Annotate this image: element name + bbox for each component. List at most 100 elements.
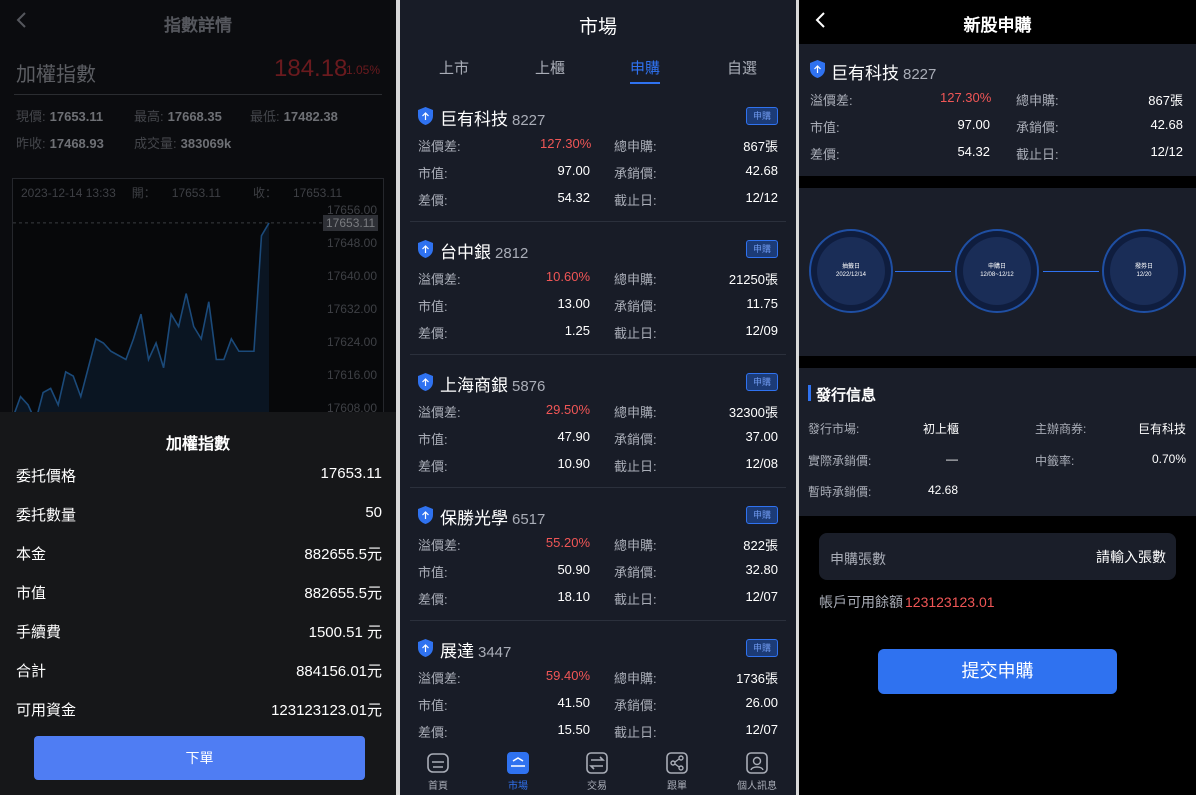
timeline-section: 抽籤日 2022/12/14 申購日 12/08~12/12 撥券日 12/20: [799, 188, 1196, 356]
nav-trade[interactable]: 交易: [567, 751, 627, 792]
card-divider: [410, 354, 786, 355]
shield-icon: [418, 506, 433, 524]
nav-profile[interactable]: 個人訊息: [727, 751, 787, 792]
apply-tag-button[interactable]: 申購: [746, 107, 778, 125]
index-change-pct: 1.05%: [346, 63, 381, 77]
index-name: 加權指數: [16, 64, 96, 86]
ipo-subscribe-screen: 新股申購 巨有科技 8227 溢價差: 127.30% 總申購: 867張 市值: 97.…: [799, 0, 1196, 795]
submit-subscribe-button[interactable]: 提交申購: [878, 649, 1117, 694]
sheet-row-available: 可用資金 123123123.01元: [16, 702, 382, 719]
stock-title: 保勝光學 6517: [440, 509, 546, 528]
issue-actual-value: —: [946, 452, 958, 466]
tab-otc[interactable]: 上櫃: [520, 57, 580, 78]
card-divider: [410, 487, 786, 488]
tab-watchlist[interactable]: 自選: [712, 57, 772, 78]
stock-title: 巨有科技 8227: [440, 110, 546, 129]
card-row: 差價: 15.50 截止日: 12/07: [418, 722, 778, 740]
apply-tag-button[interactable]: 申購: [746, 506, 778, 524]
y-tick: 17632.00: [326, 302, 377, 316]
stock-title: 上海商銀 5876: [440, 376, 546, 395]
stat-volume: 成交量: 383069k: [134, 136, 232, 151]
timeline-step-lottery: 抽籤日 2022/12/14: [809, 229, 893, 313]
shield-icon: [810, 60, 825, 78]
index-detail-screen: 指數詳情 加權指數 184.18 1.05% 現價: 17653.11 最高: 17…: [0, 0, 396, 795]
quantity-input[interactable]: [986, 542, 1166, 572]
summary-row: 市值: 97.00 承銷價: 42.68: [810, 117, 1183, 135]
stock-title: 展達 3447: [440, 642, 512, 661]
home-icon: [427, 753, 449, 773]
y-tick: 17616.00: [326, 368, 377, 382]
card-row: 差價: 1.25 截止日: 12/09: [418, 323, 778, 341]
issue-broker-value: 巨有科技: [1137, 422, 1186, 436]
sheet-title: 加權指數: [165, 436, 230, 453]
ipo-card[interactable]: 展達 3447 申購 溢價差: 59.40% 總申購: 1736張 市值: 41.50 承銷價: 2…: [410, 635, 786, 755]
nav-label: 市場: [508, 781, 528, 792]
header: 指數詳情: [0, 0, 396, 42]
tab-subscribe[interactable]: 申購: [615, 57, 675, 78]
ipo-card[interactable]: 巨有科技 8227 申購溢價差: 127.30% 總申購: 867張 市值: 97.00 承銷價…: [410, 103, 786, 223]
card-divider: [410, 221, 786, 222]
card-row: 市值: 41.50 承銷價: 26.00: [418, 695, 778, 713]
apply-tag-button[interactable]: 申購: [746, 240, 778, 258]
quantity-field: 申購張數: [819, 533, 1176, 580]
nav-home[interactable]: 首頁: [408, 751, 468, 792]
card-row: 差價: 10.90 截止日: 12/08: [418, 456, 778, 474]
divider: [14, 94, 382, 95]
nav-label: 交易: [587, 781, 607, 792]
stat-high: 最高: 17668.35: [134, 109, 222, 124]
shield-icon: [418, 240, 433, 258]
section-accent-bar: [808, 385, 811, 401]
issue-temp-label: 暫時承銷價:: [808, 485, 872, 499]
stock-summary-card: 巨有科技 8227 溢價差: 127.30% 總申購: 867張 市值: 97.00 承銷價…: [799, 44, 1196, 176]
card-row: 溢價差: 55.20% 總申購: 822張: [418, 535, 778, 553]
card-row: 市值: 97.00 承銷價: 42.68: [418, 163, 778, 181]
section-title: 發行信息: [816, 387, 877, 404]
user-icon: [746, 752, 768, 774]
stat-now: 現價: 17653.11: [16, 109, 104, 124]
card-row: 溢價差: 127.30% 總申購: 867張: [418, 136, 778, 154]
apply-tag-button[interactable]: 申購: [746, 373, 778, 391]
market-tabs: 上市 上櫃 申購 自選: [400, 57, 796, 87]
shield-icon: [418, 107, 433, 125]
nav-copy-trade[interactable]: 跟單: [647, 751, 707, 792]
order-sheet: 加權指數 委托價格 17653.11 委托數量 50 本金 882655.5元 市值 8…: [0, 412, 396, 795]
issue-rate-value: 0.70%: [1151, 452, 1186, 466]
sheet-row-price: 委托價格 17653.11: [16, 465, 382, 485]
issue-rate-label: 中籤率:: [1035, 454, 1075, 468]
issue-broker-label: 主辦商券:: [1035, 422, 1087, 436]
stat-low: 最低: 17482.38: [250, 109, 338, 124]
card-row: 市值: 13.00 承銷價: 11.75: [418, 296, 778, 314]
trade-icon: [586, 752, 608, 774]
sheet-row-total: 合計 884156.01元: [16, 663, 382, 680]
card-row: 差價: 54.32 截止日: 12/12: [418, 190, 778, 208]
ipo-card[interactable]: 上海商銀 5876 申購 溢價差: 29.50% 總申購: 32300張 市值: 47.90 承銷…: [410, 369, 786, 489]
timeline-step-allocation: 撥券日 12/20: [1102, 229, 1186, 313]
order-button[interactable]: 下單: [34, 736, 365, 780]
tab-listed[interactable]: 上市: [424, 57, 484, 78]
stat-prev-close: 昨收: 17468.93: [16, 136, 104, 151]
nav-market[interactable]: 市場: [488, 751, 548, 792]
card-row: 差價: 18.10 截止日: 12/07: [418, 589, 778, 607]
ipo-card[interactable]: 台中銀 2812 申購 溢價差: 10.60% 總申購: 21250張 市值: 13.00 承銷價…: [410, 236, 786, 356]
stock-title: 巨有科技 8227: [831, 64, 937, 83]
issue-info-section: 發行信息 發行市場: 初上櫃 主辦商券: 巨有科技 實際承銷價: — 中籤率: …: [799, 368, 1196, 516]
card-row: 溢價差: 10.60% 總申購: 21250張: [418, 269, 778, 287]
sheet-row-fee: 手續費 1500.51 元: [16, 624, 382, 641]
nav-label: 跟單: [667, 781, 687, 792]
sheet-row-principal: 本金 882655.5元: [16, 546, 382, 563]
y-tick: 17648.00: [326, 236, 377, 250]
index-detail-dimmed-area[interactable]: 指數詳情 加權指數 184.18 1.05% 現價: 17653.11 最高: 17…: [0, 0, 396, 419]
timeline-connector: [1043, 271, 1099, 272]
price-chart[interactable]: 2023-12-14 13:33 開： 17653.11 收： 17653.11 176…: [12, 178, 384, 419]
sheet-row-quantity: 委托數量 50: [16, 504, 382, 524]
index-price: 184.18: [274, 55, 348, 82]
apply-tag-button[interactable]: 申購: [746, 639, 778, 657]
page-title: 新股申購: [963, 16, 1032, 35]
y-tick: 17624.00: [326, 335, 377, 349]
bottom-nav: 首頁 市場 交易 跟單 個人訊息: [400, 747, 796, 795]
card-divider: [410, 620, 786, 621]
ipo-card[interactable]: 保勝光學 6517 申購 溢價差: 55.20% 總申購: 822張 市值: 50.90 承銷價:…: [410, 502, 786, 622]
page-title: 指數詳情: [164, 16, 232, 35]
nav-label: 首頁: [428, 781, 448, 792]
market-screen: 市場 上市 上櫃 申購 自選 巨有科技 8227 申購 溢價差: 127.30% 總申購:…: [400, 0, 796, 795]
